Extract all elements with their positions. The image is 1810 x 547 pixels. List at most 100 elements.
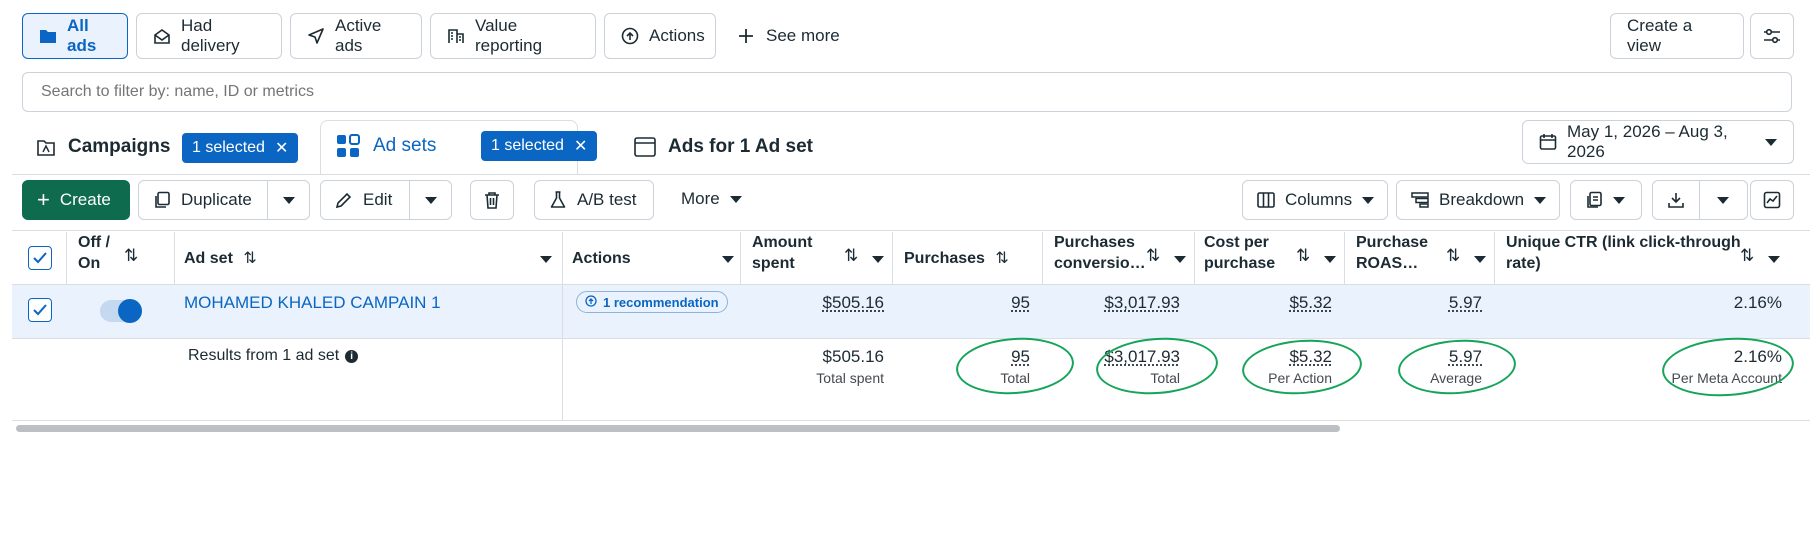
filter-all-ads[interactable]: All ads bbox=[22, 13, 128, 59]
breakdown-icon bbox=[1411, 192, 1429, 208]
ad-set-name-link[interactable]: MOHAMED KHALED CAMPAIN 1 bbox=[184, 293, 441, 313]
columns-icon bbox=[1257, 192, 1275, 208]
chevron-down-icon[interactable] bbox=[1324, 256, 1336, 263]
more-button[interactable]: More bbox=[681, 189, 742, 209]
export-button[interactable] bbox=[1652, 180, 1748, 220]
delivery-toggle[interactable] bbox=[100, 299, 142, 323]
circle-arrow-up-icon bbox=[585, 294, 597, 310]
close-icon[interactable]: ✕ bbox=[574, 136, 587, 156]
tab-ad-sets[interactable]: Ad sets bbox=[335, 133, 436, 159]
chevron-down-icon[interactable] bbox=[283, 196, 295, 204]
sort-icon[interactable]: ⇅ bbox=[1146, 246, 1160, 266]
date-range-picker[interactable]: May 1, 2026 – Aug 3, 2026 bbox=[1522, 120, 1794, 164]
header-purchase-roas-line1: Purchase bbox=[1356, 234, 1429, 251]
chevron-down-icon bbox=[1534, 196, 1547, 204]
header-off-on[interactable]: Off / On bbox=[78, 232, 110, 284]
ad-sets-selected-label: 1 selected bbox=[491, 137, 564, 154]
chevron-down-icon bbox=[1765, 138, 1777, 146]
header-unique-ctr-line1: Unique CTR (link click-through bbox=[1506, 234, 1741, 251]
header-unique-ctr[interactable]: Unique CTR (link click-through rate) bbox=[1506, 232, 1742, 284]
folder-icon bbox=[39, 28, 57, 44]
info-icon[interactable]: i bbox=[345, 349, 359, 363]
select-all-checkbox[interactable] bbox=[28, 246, 52, 270]
chevron-down-icon[interactable] bbox=[722, 256, 734, 263]
header-cost-per-purchase[interactable]: Cost per purchase bbox=[1204, 232, 1275, 284]
filter-active-ads[interactable]: Active ads bbox=[290, 13, 422, 59]
recommendation-badge[interactable]: 1 recommendation bbox=[576, 291, 728, 313]
sort-icon[interactable]: ⇅ bbox=[124, 246, 138, 266]
sort-icon[interactable]: ⇅ bbox=[1296, 246, 1310, 266]
filter-actions[interactable]: Actions bbox=[604, 13, 716, 59]
chevron-down-icon[interactable] bbox=[872, 256, 884, 263]
campaigns-selected-chip[interactable]: 1 selected ✕ bbox=[182, 133, 299, 163]
header-purchases[interactable]: Purchases ⇅ bbox=[904, 248, 1009, 300]
ad-sets-selected-chip[interactable]: 1 selected ✕ bbox=[481, 131, 598, 161]
header-actions-label: Actions bbox=[572, 250, 631, 267]
pencil-icon bbox=[335, 191, 353, 209]
header-top-line bbox=[12, 230, 1810, 231]
duplicate-button[interactable]: Duplicate bbox=[138, 180, 310, 220]
col-sep bbox=[892, 232, 893, 284]
ab-test-button[interactable]: A/B test bbox=[534, 180, 654, 220]
create-view-button[interactable]: Create a view bbox=[1610, 13, 1744, 59]
header-purchases-conversion[interactable]: Purchases conversio… bbox=[1054, 232, 1146, 284]
chevron-down-icon[interactable] bbox=[425, 196, 437, 204]
header-ad-set-label: Ad set bbox=[184, 250, 233, 267]
more-label: More bbox=[681, 189, 720, 208]
sort-icon[interactable]: ⇅ bbox=[1740, 246, 1754, 266]
filter-value-reporting[interactable]: Value reporting bbox=[430, 13, 596, 59]
trash-icon bbox=[483, 191, 501, 209]
header-amount-spent[interactable]: Amount spent bbox=[752, 232, 812, 284]
charts-button[interactable] bbox=[1750, 180, 1794, 220]
chevron-down-icon[interactable] bbox=[1717, 196, 1729, 204]
customize-filters-button[interactable] bbox=[1750, 13, 1794, 59]
see-more-button[interactable]: See more bbox=[738, 26, 840, 46]
header-unique-ctr-line2: rate) bbox=[1506, 255, 1541, 272]
edit-button[interactable]: Edit bbox=[320, 180, 452, 220]
ad-window-icon bbox=[634, 137, 656, 157]
sort-icon[interactable]: ⇅ bbox=[243, 250, 256, 267]
row-amount-spent: $505.16 bbox=[822, 293, 884, 312]
header-purchases-label: Purchases bbox=[904, 250, 985, 267]
search-input[interactable] bbox=[22, 72, 1792, 112]
header-purchases-conversion-line2: conversio… bbox=[1054, 255, 1146, 272]
columns-button[interactable]: Columns bbox=[1242, 180, 1388, 220]
chevron-down-icon[interactable] bbox=[1768, 256, 1780, 263]
toggle-knob bbox=[118, 299, 142, 323]
filter-had-delivery[interactable]: Had delivery bbox=[136, 13, 282, 59]
envelope-open-icon bbox=[153, 27, 171, 45]
create-button[interactable]: + Create bbox=[22, 180, 130, 220]
chevron-down-icon[interactable] bbox=[1474, 256, 1486, 263]
chevron-down-icon[interactable] bbox=[540, 256, 552, 263]
row-checkbox[interactable] bbox=[28, 298, 52, 322]
close-icon[interactable]: ✕ bbox=[275, 138, 288, 158]
calendar-icon bbox=[1539, 133, 1557, 151]
col-sep bbox=[562, 232, 563, 420]
sort-icon[interactable]: ⇅ bbox=[995, 250, 1008, 267]
row-purchases: 95 bbox=[1011, 293, 1030, 312]
col-sep bbox=[66, 232, 67, 284]
chevron-down-icon[interactable] bbox=[1174, 256, 1186, 263]
report-icon bbox=[1585, 191, 1603, 209]
row-unique-ctr: 2.16% bbox=[1733, 293, 1782, 312]
tab-ads[interactable]: Ads for 1 Ad set bbox=[634, 136, 813, 158]
row-cost-per-purchase: $5.32 bbox=[1289, 293, 1332, 312]
edit-label: Edit bbox=[363, 190, 393, 209]
col-sep bbox=[1344, 232, 1345, 284]
breakdown-button[interactable]: Breakdown bbox=[1396, 180, 1560, 220]
sort-icon[interactable]: ⇅ bbox=[1446, 246, 1460, 266]
col-sep bbox=[1194, 232, 1195, 284]
horizontal-scrollbar[interactable] bbox=[16, 425, 1340, 432]
header-purchase-roas[interactable]: Purchase ROAS… bbox=[1356, 232, 1428, 284]
header-amount-spent-line1: Amount bbox=[752, 234, 813, 251]
sort-icon[interactable]: ⇅ bbox=[844, 246, 858, 266]
delete-button[interactable] bbox=[470, 180, 514, 220]
breakdown-label: Breakdown bbox=[1439, 190, 1525, 209]
reports-button[interactable] bbox=[1570, 180, 1642, 220]
header-purchase-roas-line2: ROAS… bbox=[1356, 255, 1419, 272]
date-range-label: May 1, 2026 – Aug 3, 2026 bbox=[1567, 122, 1728, 161]
check-icon bbox=[33, 304, 47, 316]
filter-active-ads-label: Active ads bbox=[335, 16, 382, 55]
col-sep bbox=[1494, 232, 1495, 284]
tab-campaigns[interactable]: Campaigns bbox=[36, 136, 170, 158]
